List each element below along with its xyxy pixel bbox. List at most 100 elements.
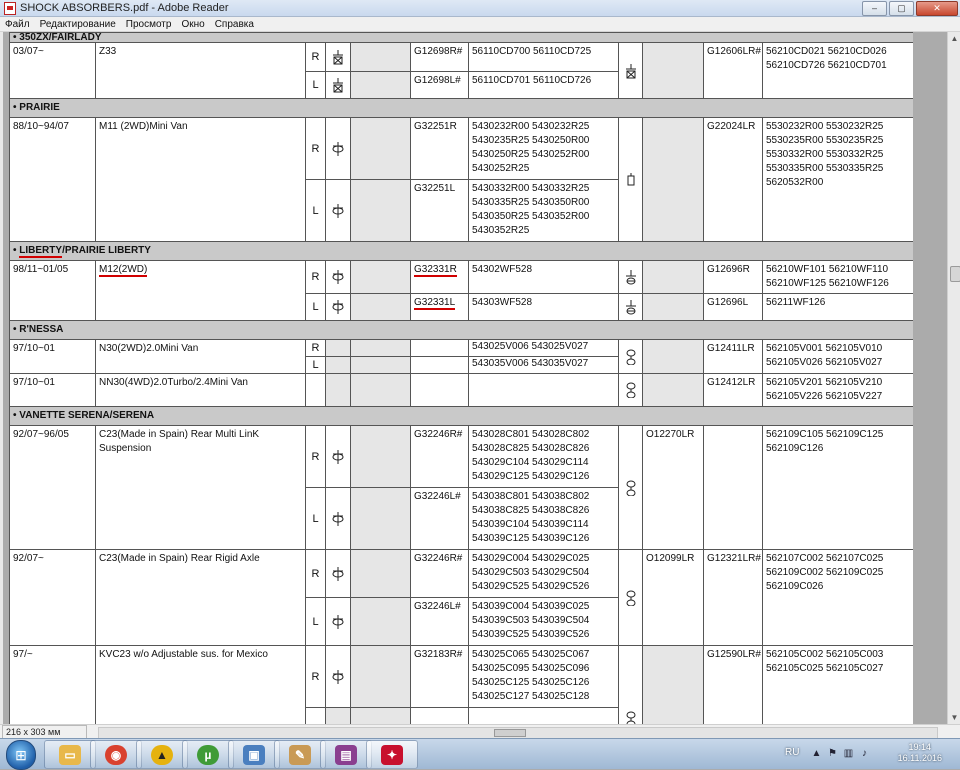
- taskbar-winrar[interactable]: ▤: [320, 740, 372, 769]
- blank-cell: [350, 645, 411, 708]
- section-title: • R'NESSA: [9, 320, 913, 340]
- eye-mount-icon: [332, 299, 344, 315]
- winrar-icon: ▤: [335, 744, 357, 765]
- rear-code-cell: G12412LR: [703, 373, 763, 407]
- blank-cell: [350, 707, 411, 724]
- parts-table: • 350ZX/FAIRLADY 03/07~ Z33 R G12698R# 5…: [9, 32, 913, 724]
- eye-mount-icon: [332, 141, 344, 156]
- date-cell: 97/10~01: [9, 339, 96, 374]
- menu-window[interactable]: Окно: [176, 19, 209, 30]
- pdf-app-icon: [4, 1, 16, 15]
- oem-cell: 56110CD701 56110CD726: [468, 71, 619, 99]
- start-button[interactable]: ⊞: [6, 740, 36, 770]
- blank-cell: [325, 707, 351, 724]
- side-cell: L: [305, 293, 326, 321]
- title-bar: SHOCK ABSORBERS.pdf - Adobe Reader – ▢ ✕: [0, 0, 960, 17]
- section-header: • R'NESSA: [9, 320, 913, 340]
- network-icon[interactable]: ▥: [843, 748, 854, 759]
- rear-oem-cell: 562105C002 562105C003 562105C025 562105C…: [761, 645, 913, 724]
- part-code-cell: G12698L#: [410, 71, 469, 99]
- mount-symbol: [618, 293, 643, 321]
- clock[interactable]: 19:14 16.11.2016: [898, 742, 942, 764]
- oem-cell: [468, 373, 619, 407]
- part-code-cell: [410, 373, 469, 407]
- part-code-cell: G32246L#: [410, 597, 469, 646]
- triangle-app-icon: ▲: [151, 744, 173, 765]
- image-viewer-icon: ▣: [243, 744, 265, 765]
- blank-cell: [350, 339, 411, 357]
- double-eye-icon: [626, 480, 635, 496]
- part-code-cell: G32246L#: [410, 487, 469, 550]
- menu-view[interactable]: Просмотр: [121, 19, 177, 30]
- table-row: 88/10~94/07 M11 (2WD)Mini Van R G32251R …: [9, 117, 913, 242]
- taskbar-app-yellow[interactable]: ▲: [136, 740, 188, 769]
- scroll-thumb[interactable]: [950, 266, 960, 282]
- table-row: 97/10~01 N30(2WD)2.0Mini Van R 543025V00…: [9, 339, 913, 374]
- section-title: • VANETTE SERENA/SERENA: [9, 406, 913, 426]
- document-area[interactable]: • 350ZX/FAIRLADY 03/07~ Z33 R G12698R# 5…: [0, 32, 947, 724]
- mount-symbol: [325, 425, 351, 488]
- scroll-up-arrow-icon[interactable]: ▲: [950, 34, 959, 43]
- blank-cell: [642, 293, 704, 321]
- part-code-cell: [410, 339, 469, 357]
- side-cell: R: [305, 42, 326, 72]
- side-cell: R: [305, 339, 326, 357]
- blank-cell: [325, 356, 351, 374]
- taskbar-paint[interactable]: ✎: [274, 740, 326, 769]
- double-eye-icon: [626, 349, 635, 365]
- taskbar-chrome[interactable]: ◉: [90, 740, 142, 769]
- menu-edit[interactable]: Редактирование: [35, 19, 121, 30]
- part-code-cell: G12698R#: [410, 42, 469, 72]
- rear-oem-cell: 562105V001 562105V010 562105V026 562105V…: [761, 339, 913, 374]
- rear-oem-cell: 562109C105 562109C125 562109C126: [761, 425, 913, 550]
- scroll-down-arrow-icon[interactable]: ▼: [950, 713, 959, 722]
- part-code-cell: G32183R#: [410, 645, 469, 708]
- eye-mount-icon: [332, 566, 344, 581]
- rear-code-cell: G12606LR#: [703, 42, 763, 99]
- menu-help[interactable]: Справка: [210, 19, 259, 30]
- window-title: SHOCK ABSORBERS.pdf - Adobe Reader: [20, 2, 229, 14]
- mount-symbol: [325, 42, 351, 72]
- taskbar-image-viewer[interactable]: ▣: [228, 740, 280, 769]
- bush-mount-icon: [627, 172, 634, 185]
- minimize-button[interactable]: –: [862, 1, 887, 16]
- rear-code-cell: G12590LR#: [703, 645, 763, 724]
- blank-cell: [350, 356, 411, 374]
- mount-symbol: [618, 373, 643, 407]
- show-hidden-icons-icon[interactable]: ▲: [811, 748, 822, 759]
- rear-code-cell: [703, 425, 763, 550]
- side-cell: [305, 707, 326, 724]
- utorrent-icon: µ: [197, 744, 219, 765]
- oem-cell: 54303WF528: [468, 293, 619, 321]
- mount-symbol: [618, 260, 643, 294]
- taskbar-utorrent[interactable]: µ: [182, 740, 234, 769]
- oem-cell: 543029C004 543029C025 543029C503 543029C…: [468, 549, 619, 598]
- blank-cell: [350, 260, 411, 294]
- taskbar-adobe-reader[interactable]: ✦: [366, 740, 418, 769]
- mount-symbol: [325, 487, 351, 550]
- model-cell: M12(2WD): [95, 260, 306, 321]
- taskbar-explorer[interactable]: ▭: [44, 740, 96, 769]
- language-indicator[interactable]: RU: [785, 747, 799, 758]
- action-center-flag-icon[interactable]: ⚑: [827, 748, 838, 759]
- mount-symbol: [618, 425, 643, 550]
- oem-cell: 543025V006 543025V027: [468, 339, 619, 357]
- part-code-cell: G32331L: [410, 293, 469, 321]
- vertical-scrollbar[interactable]: ▲ ▼: [947, 32, 960, 724]
- page-size-indicator[interactable]: 216 x 303 мм: [2, 725, 87, 739]
- close-button[interactable]: ✕: [916, 1, 958, 16]
- rear-code-cell: G12321LR#: [703, 549, 763, 646]
- date-cell: 97/10~01: [9, 373, 96, 407]
- menu-bar: Файл Редактирование Просмотр Окно Справк…: [0, 17, 960, 32]
- mount-symbol: [325, 260, 351, 294]
- oem-cell: 543039C004 543039C025 543039C503 543039C…: [468, 597, 619, 646]
- horizontal-scroll-thumb[interactable]: [494, 729, 526, 737]
- table-row: 03/07~ Z33 R G12698R# 56110CD700 56110CD…: [9, 42, 913, 99]
- mount-symbol: [325, 549, 351, 598]
- table-row: 97/~ KVC23 w/o Adjustable sus. for Mexic…: [9, 645, 913, 724]
- table-row: 97/10~01 NN30(4WD)2.0Turbo/2.4Mini Van G…: [9, 373, 913, 407]
- maximize-button[interactable]: ▢: [889, 1, 914, 16]
- volume-icon[interactable]: ♪: [859, 748, 870, 759]
- menu-file[interactable]: Файл: [0, 19, 35, 30]
- navigation-pane-edge[interactable]: [0, 32, 3, 724]
